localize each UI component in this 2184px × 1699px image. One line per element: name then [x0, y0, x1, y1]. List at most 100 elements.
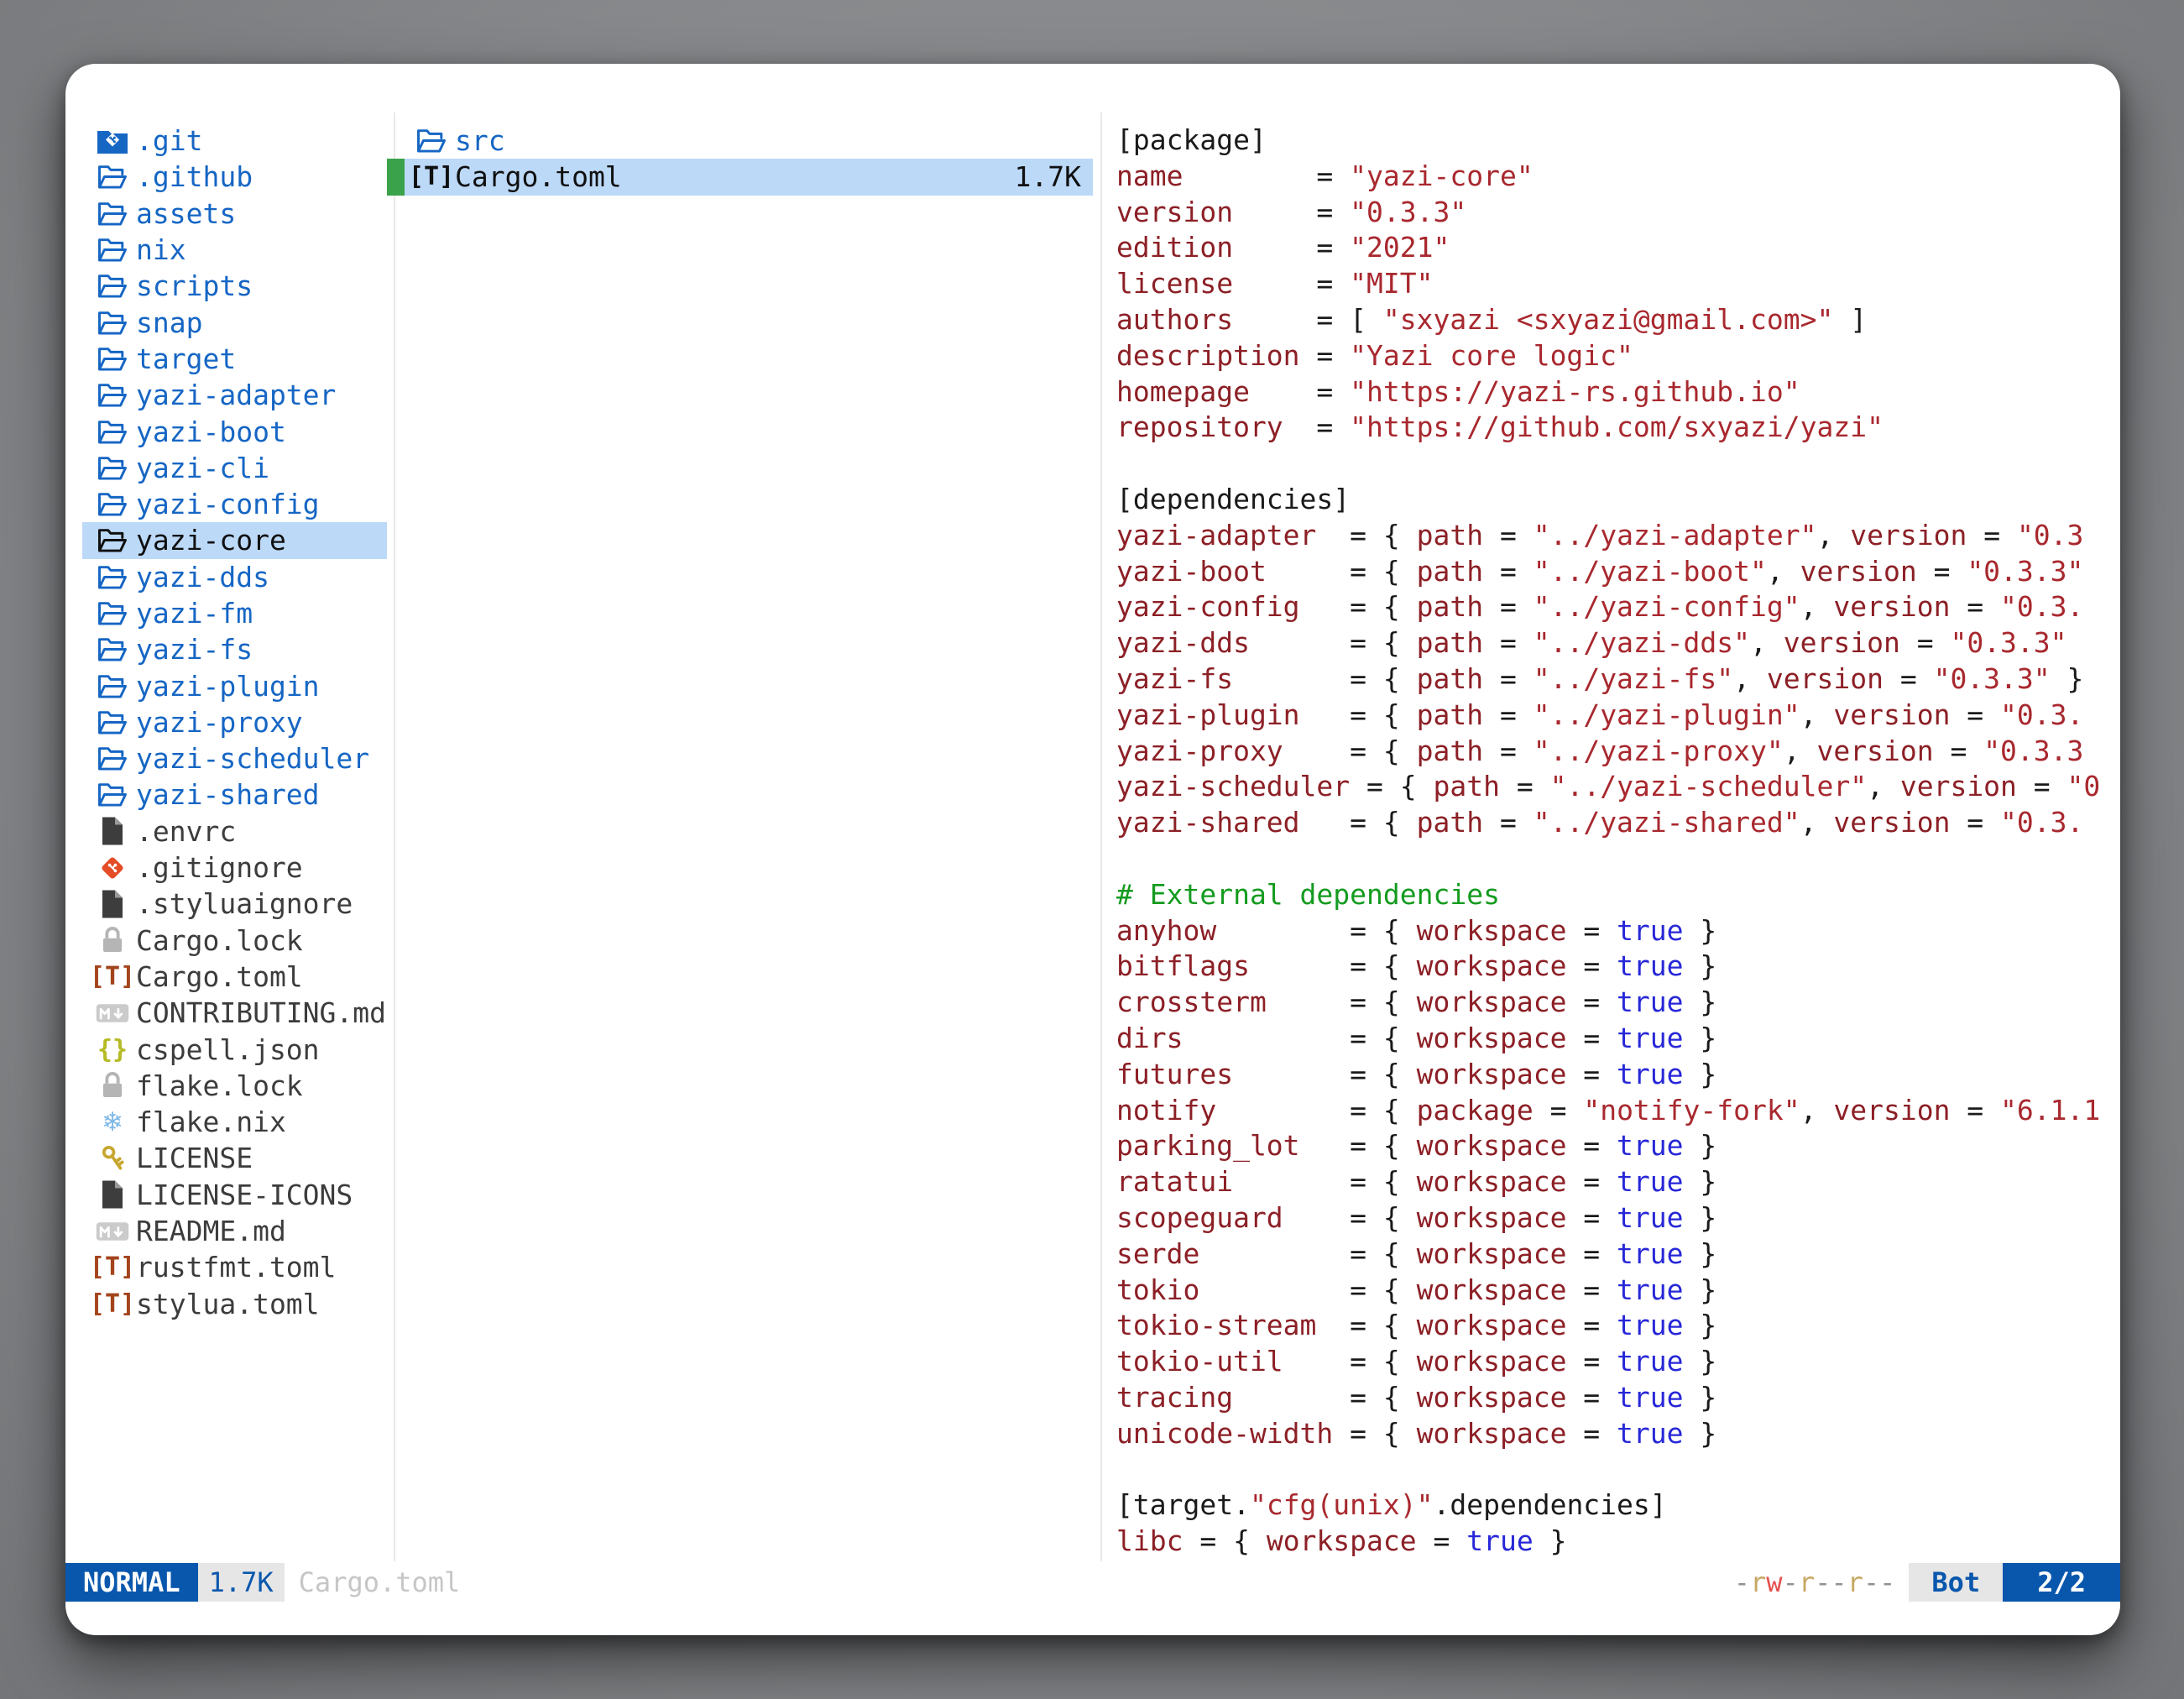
- preview-line: yazi-dds = { path = "../yazi-dds", versi…: [1116, 625, 2119, 661]
- dir-item-yazi-plugin[interactable]: yazi-plugin: [82, 667, 387, 703]
- file-item-cspell.json[interactable]: {}cspell.json: [82, 1031, 387, 1067]
- preview-line: [1116, 446, 2119, 482]
- dir-item-.github[interactable]: .github: [82, 159, 387, 195]
- file-icon: [96, 813, 129, 849]
- dir-item-yazi-proxy[interactable]: yazi-proxy: [82, 704, 387, 740]
- file-item-CONTRIBUTING.md[interactable]: CONTRIBUTING.md: [82, 995, 387, 1031]
- file-item-Cargo.toml[interactable]: [T]Cargo.toml1.7K: [387, 159, 1093, 195]
- file-item-.styluaignore[interactable]: .styluaignore: [82, 886, 387, 922]
- item-label: yazi-scheduler: [136, 742, 369, 775]
- pane-separator-right: [1100, 112, 1102, 1561]
- dir-item-yazi-adapter[interactable]: yazi-adapter: [82, 377, 387, 413]
- preview-line: bitflags = { workspace = true }: [1116, 949, 2119, 985]
- dir-item-yazi-core[interactable]: yazi-core: [82, 522, 387, 558]
- item-label: LICENSE: [136, 1142, 253, 1174]
- dir-item-yazi-boot[interactable]: yazi-boot: [82, 413, 387, 449]
- preview-line: tracing = { workspace = true }: [1116, 1380, 2119, 1416]
- preview-line: version = "0.3.3": [1116, 195, 2119, 231]
- dir-item-yazi-scheduler[interactable]: yazi-scheduler: [82, 740, 387, 776]
- item-label: src: [455, 124, 505, 157]
- file-size-badge: 1.7K: [198, 1563, 285, 1602]
- preview-line: [target."cfg(unix)".dependencies]: [1116, 1487, 2119, 1524]
- markdown-icon: [96, 1214, 129, 1249]
- item-label: .envrc: [136, 815, 236, 848]
- file-item-Cargo.toml[interactable]: [T]Cargo.toml: [82, 959, 387, 995]
- parent-directory-pane: .git.githubassetsnixscriptssnaptargetyaz…: [82, 123, 387, 1322]
- dir-item-scripts[interactable]: scripts: [82, 268, 387, 304]
- pane-separator-left: [394, 112, 395, 1561]
- file-item-.gitignore[interactable]: .gitignore: [82, 850, 387, 886]
- dir-item-target[interactable]: target: [82, 341, 387, 377]
- folder-open-icon: [96, 741, 129, 776]
- item-label: Cargo.toml: [136, 960, 303, 993]
- item-label: yazi-plugin: [136, 670, 320, 703]
- file-item-stylua.toml[interactable]: [T]stylua.toml: [82, 1286, 387, 1322]
- item-label: yazi-shared: [136, 778, 320, 811]
- file-preview-pane[interactable]: [package]name = "yazi-core"version = "0.…: [1116, 123, 2119, 1563]
- file-item-rustfmt.toml[interactable]: [T]rustfmt.toml: [82, 1249, 387, 1285]
- mode-badge: NORMAL: [65, 1563, 198, 1602]
- folder-open-icon: [96, 269, 129, 304]
- preview-line: crossterm = { workspace = true }: [1116, 985, 2119, 1021]
- file-item-flake.nix[interactable]: ❄flake.nix: [82, 1104, 387, 1140]
- preview-line: name = "yazi-core": [1116, 159, 2119, 195]
- item-label: yazi-proxy: [136, 706, 303, 739]
- preview-line: yazi-plugin = { path = "../yazi-plugin",…: [1116, 698, 2119, 734]
- dir-item-yazi-shared[interactable]: yazi-shared: [82, 776, 387, 813]
- toml-icon: [T]: [96, 1250, 129, 1285]
- toml-icon: [T]: [96, 959, 129, 994]
- file-item-LICENSE[interactable]: LICENSE: [82, 1140, 387, 1176]
- dir-item-yazi-cli[interactable]: yazi-cli: [82, 450, 387, 486]
- dir-item-assets[interactable]: assets: [82, 196, 387, 232]
- item-label: Cargo.lock: [136, 924, 303, 957]
- git-ignore-icon: [96, 850, 129, 886]
- lock-icon: [96, 923, 129, 958]
- preview-line: repository = "https://github.com/sxyazi/…: [1116, 410, 2119, 446]
- file-item-.envrc[interactable]: .envrc: [82, 813, 387, 850]
- dir-item-yazi-fm[interactable]: yazi-fm: [82, 595, 387, 631]
- folder-open-icon: [96, 559, 129, 594]
- dir-item-yazi-dds[interactable]: yazi-dds: [82, 559, 387, 595]
- item-label: yazi-adapter: [136, 379, 336, 411]
- dir-item-.git[interactable]: .git: [82, 123, 387, 159]
- item-label: yazi-fm: [136, 597, 253, 630]
- preview-line: anyhow = { workspace = true }: [1116, 913, 2119, 949]
- item-label: stylua.toml: [136, 1288, 320, 1320]
- item-label: yazi-config: [136, 488, 320, 520]
- preview-line: libc = { workspace = true }: [1116, 1524, 2119, 1560]
- dir-item-yazi-config[interactable]: yazi-config: [82, 486, 387, 522]
- preview-line: yazi-boot = { path = "../yazi-boot", ver…: [1116, 554, 2119, 590]
- item-label: yazi-dds: [136, 561, 269, 593]
- scroll-position-badge: Bot: [1909, 1563, 2003, 1602]
- folder-open-icon: [415, 123, 448, 159]
- preview-line: notify = { package = "notify-fork", vers…: [1116, 1093, 2119, 1129]
- preview-line: yazi-proxy = { path = "../yazi-proxy", v…: [1116, 734, 2119, 770]
- toml-icon: [T]: [415, 159, 448, 195]
- file-item-README.md[interactable]: README.md: [82, 1213, 387, 1249]
- preview-line: yazi-shared = { path = "../yazi-shared",…: [1116, 805, 2119, 841]
- dir-item-snap[interactable]: snap: [82, 304, 387, 340]
- current-directory-pane: src[T]Cargo.toml1.7K: [387, 123, 1093, 196]
- item-label: cspell.json: [136, 1033, 320, 1066]
- key-icon: [96, 1141, 129, 1176]
- folder-open-icon: [96, 341, 129, 376]
- file-item-Cargo.lock[interactable]: Cargo.lock: [82, 923, 387, 959]
- dir-item-yazi-fs[interactable]: yazi-fs: [82, 631, 387, 667]
- file-item-flake.lock[interactable]: flake.lock: [82, 1068, 387, 1104]
- preview-line: parking_lot = { workspace = true }: [1116, 1128, 2119, 1164]
- folder-open-icon: [96, 487, 129, 522]
- preview-line: [1116, 1451, 2119, 1487]
- preview-line: tokio-util = { workspace = true }: [1116, 1344, 2119, 1380]
- item-label: scripts: [136, 269, 253, 302]
- item-label: yazi-fs: [136, 633, 253, 666]
- item-label: .git: [136, 124, 202, 157]
- preview-line: homepage = "https://yazi-rs.github.io": [1116, 374, 2119, 410]
- preview-line: [package]: [1116, 123, 2119, 159]
- item-label: nix: [136, 233, 186, 266]
- dir-item-src[interactable]: src: [387, 123, 1093, 159]
- dir-item-nix[interactable]: nix: [82, 232, 387, 268]
- folder-open-icon: [96, 414, 129, 449]
- file-icon: [96, 886, 129, 922]
- preview-line: yazi-fs = { path = "../yazi-fs", version…: [1116, 661, 2119, 698]
- file-item-LICENSE-ICONS[interactable]: LICENSE-ICONS: [82, 1177, 387, 1213]
